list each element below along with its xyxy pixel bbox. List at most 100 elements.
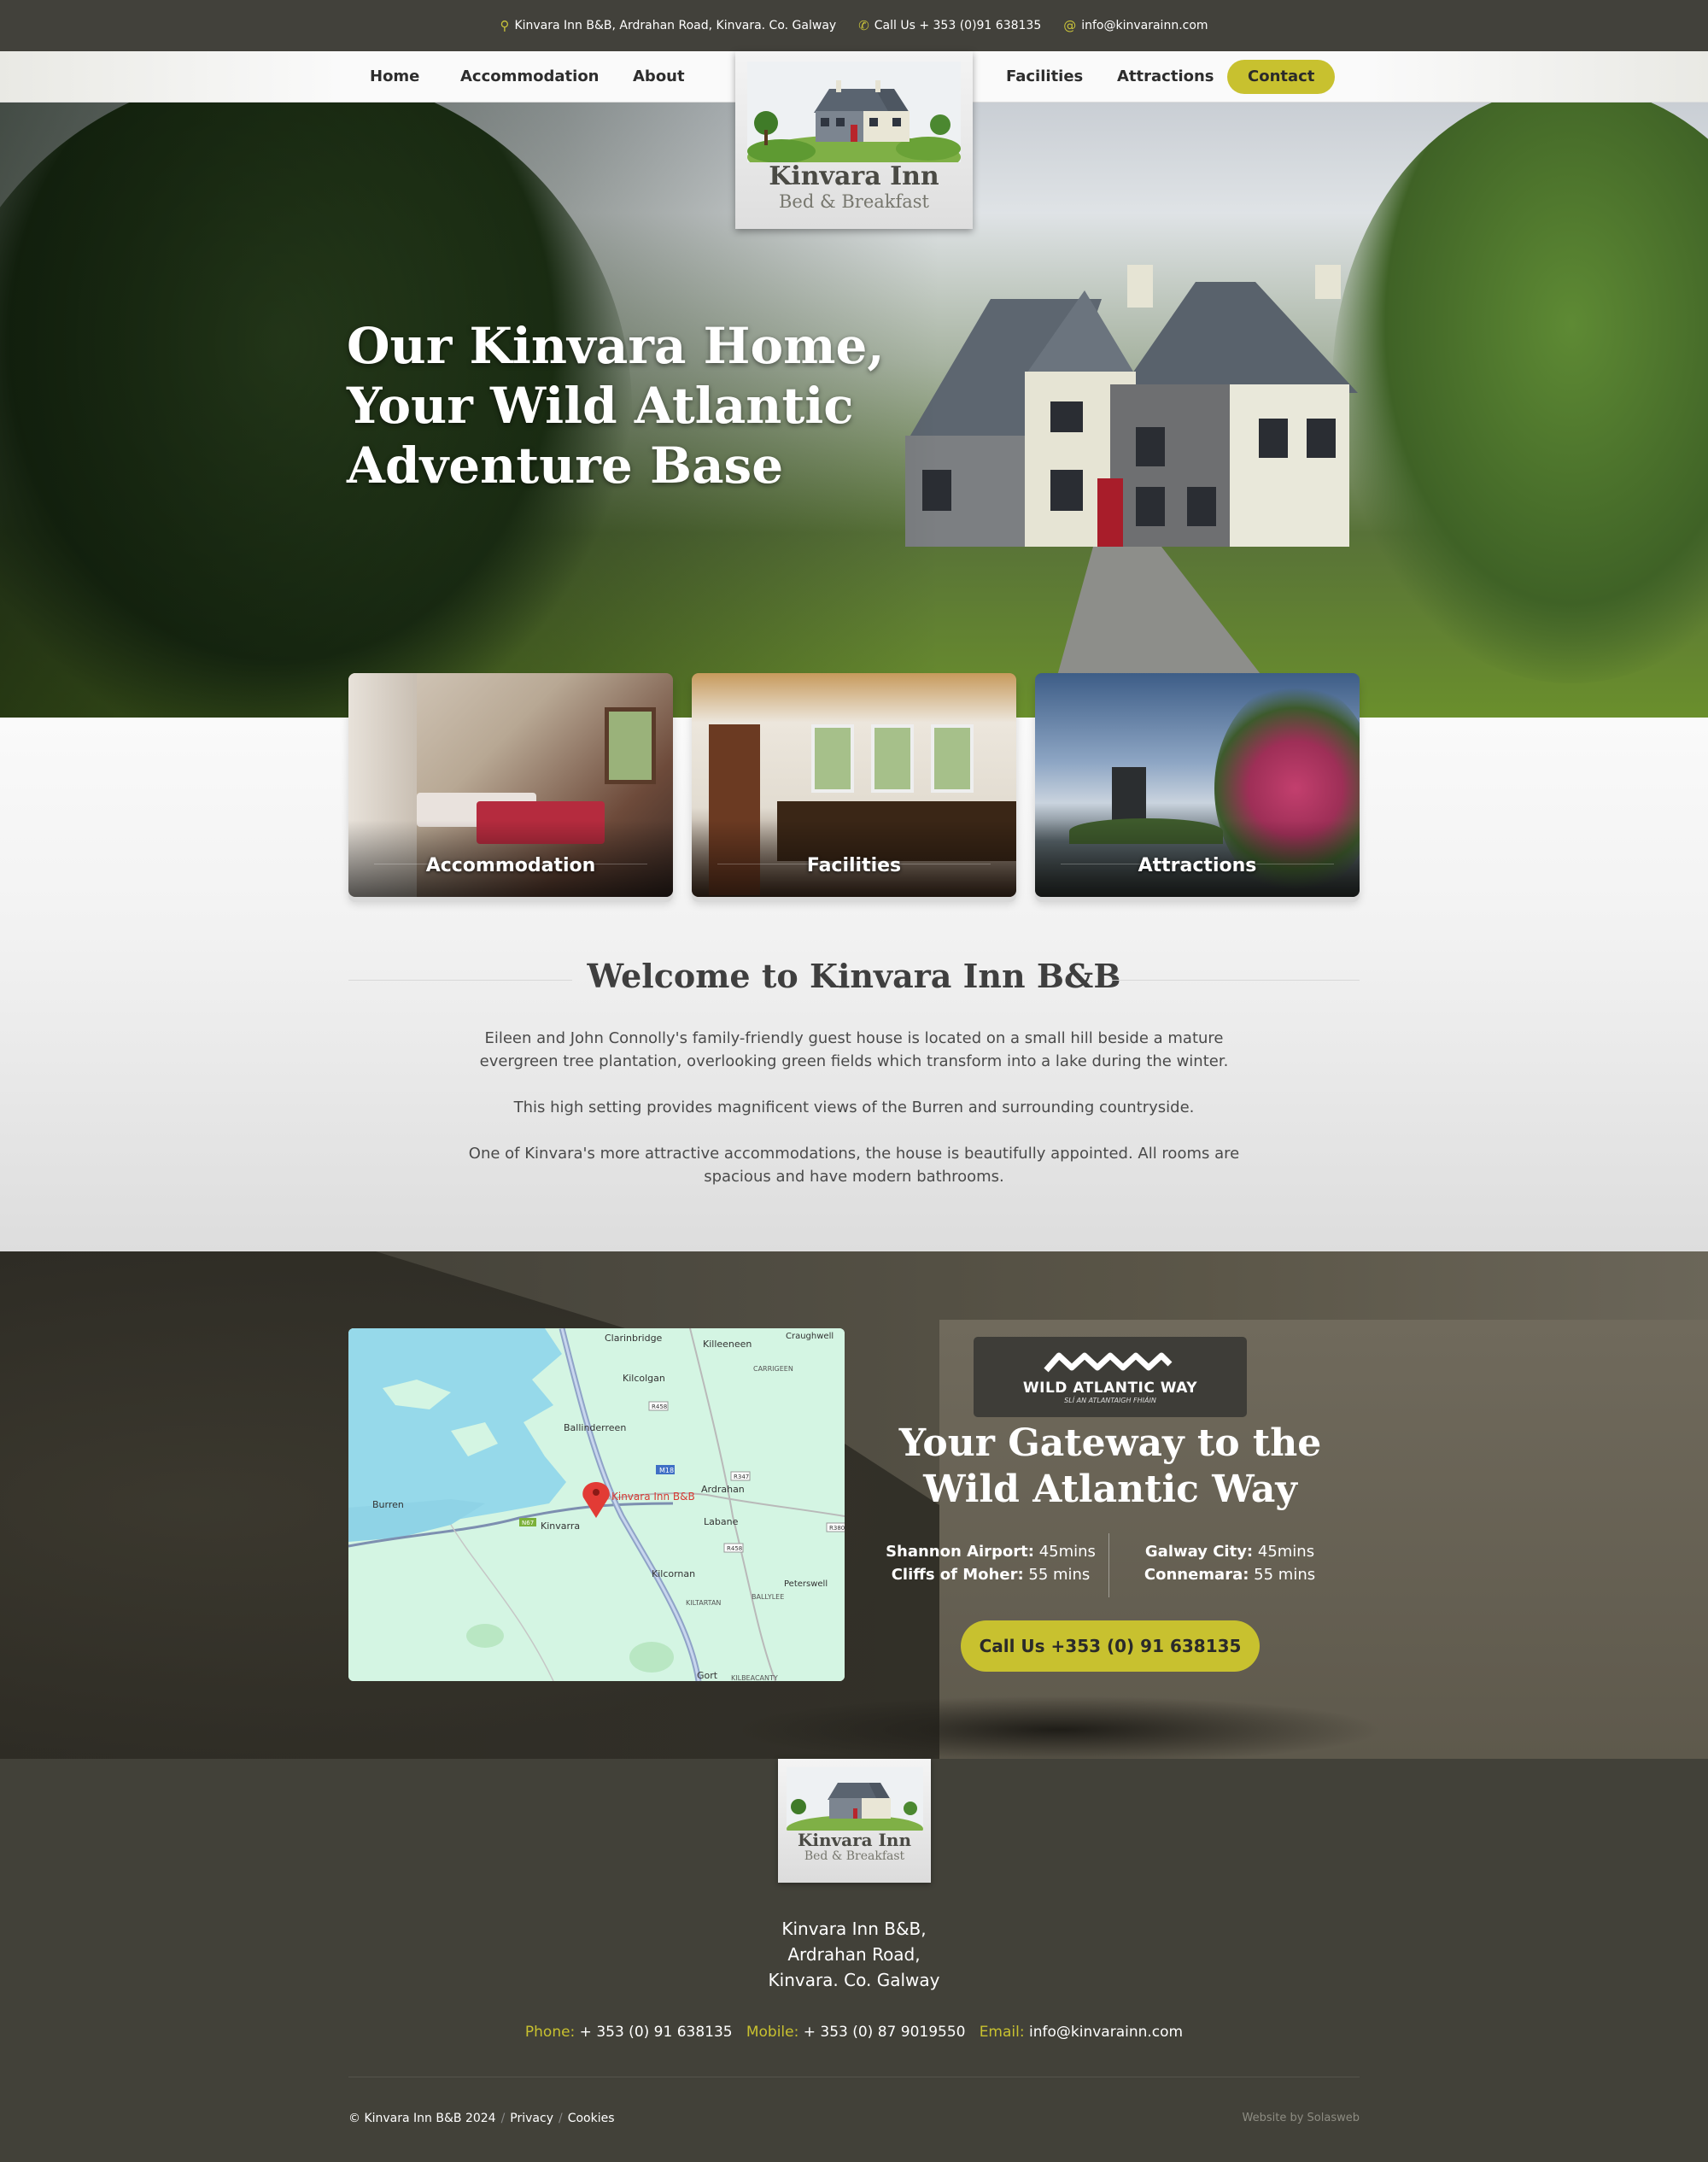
mobile-label: Mobile: (746, 2024, 799, 2041)
top-info-bar: ⚲ Kinvara Inn B&B, Ardrahan Road, Kinvar… (0, 0, 1708, 51)
map-label: CARRIGEEN (753, 1365, 793, 1373)
welcome-title-row: Welcome to Kinvara Inn B&B (348, 957, 1360, 995)
welcome-paragraph: One of Kinvara's more attractive accommo… (468, 1145, 1240, 1186)
copyright-text: © Kinvara Inn B&B 2024 (348, 2112, 496, 2125)
distance-key: Galway City: (1144, 1543, 1254, 1561)
website-credit-link[interactable]: Website by Solasweb (1243, 2112, 1360, 2124)
feature-cards: Accommodation Facilities Attractions (348, 673, 1360, 905)
phone-label: Phone: (524, 2024, 576, 2041)
map-label: Clarinbridge (605, 1333, 663, 1344)
nav-contact-button[interactable]: Contact (1227, 60, 1336, 94)
address-text: Kinvara Inn B&B, Ardrahan Road, Kinvara.… (514, 19, 837, 32)
distance-key: Shannon Airport: (886, 1543, 1034, 1561)
address-item: ⚲ Kinvara Inn B&B, Ardrahan Road, Kinvar… (500, 18, 836, 33)
call-us-button[interactable]: Call Us +353 (0) 91 638135 (961, 1620, 1260, 1672)
footer-logo[interactable]: Kinvara Inn Bed & Breakfast (778, 1759, 931, 1883)
map-pin-icon: ⚲ (500, 18, 510, 33)
hero-house-image (905, 265, 1358, 700)
logo-title: Kinvara Inn (769, 161, 939, 191)
road-label: R380 (829, 1525, 845, 1532)
road-label: M18 (659, 1467, 674, 1474)
footer-legal: © Kinvara Inn B&B 2024/Privacy / Cookies (348, 2112, 615, 2125)
distance-key: Connemara: (1144, 1566, 1249, 1584)
wild-atlantic-section: Clarinbridge Killeeneen Craughwell CARRI… (0, 1251, 1708, 1759)
welcome-title: Welcome to Kinvara Inn B&B (587, 957, 1121, 995)
map-canvas[interactable]: Clarinbridge Killeeneen Craughwell CARRI… (348, 1328, 845, 1681)
email-text[interactable]: info@kinvarainn.com (1081, 19, 1208, 32)
email-item[interactable]: @ info@kinvarainn.com (1063, 18, 1208, 33)
nav-facilities[interactable]: Facilities (1006, 51, 1083, 103)
map-label: Ballinderreen (564, 1422, 626, 1433)
nav-attractions[interactable]: Attractions (1117, 51, 1214, 103)
welcome-text: Eileen and John Connolly's family-friend… (444, 1027, 1264, 1211)
divider-left (348, 980, 572, 981)
wave-logo-icon (1044, 1352, 1173, 1373)
cookies-link[interactable]: Cookies (568, 2112, 615, 2125)
distance-value: 45mins (1253, 1543, 1315, 1561)
map-label: KILTARTAN (686, 1599, 721, 1607)
distance-value: 45mins (1033, 1543, 1096, 1561)
location-map[interactable]: Clarinbridge Killeeneen Craughwell CARRI… (348, 1328, 845, 1681)
mobile-value[interactable]: + 353 (0) 87 9019550 (798, 2024, 966, 2041)
road-label: R347 (734, 1474, 749, 1480)
map-label: Ardrahan (701, 1484, 745, 1495)
map-label: Kilcolgan (623, 1373, 665, 1384)
address-line: Kinvara Inn B&B, (781, 1919, 927, 1939)
footer-address: Kinvara Inn B&B, Ardrahan Road, Kinvara.… (0, 1916, 1708, 1993)
map-label: Kilcornan (652, 1568, 695, 1579)
phone-item[interactable]: ✆ Call Us + 353 (0)91 638135 (858, 18, 1041, 33)
card-attractions[interactable]: Attractions (1035, 673, 1360, 897)
distance-value: 55 mins (1023, 1566, 1091, 1584)
house-logo-icon (786, 1767, 923, 1831)
gateway-title: Your Gateway to the Wild Atlantic Way (898, 1421, 1322, 1511)
distance-divider (1108, 1533, 1109, 1597)
house-logo-icon (747, 62, 961, 162)
card-label[interactable]: Accommodation (348, 855, 673, 876)
welcome-paragraph: This high setting provides magnificent v… (513, 1099, 1195, 1116)
distance-key: Cliffs of Moher: (891, 1566, 1024, 1584)
footer-contact: Phone: + 353 (0) 91 638135 Mobile: + 353… (0, 2024, 1708, 2041)
distance-value: 55 mins (1249, 1566, 1316, 1584)
nav-home[interactable]: Home (370, 51, 419, 103)
phone-icon: ✆ (858, 18, 869, 33)
road-label: R458 (652, 1403, 667, 1410)
wild-atlantic-way-logo: WILD ATLANTIC WAY SLÍ AN ATLANTAIGH FHIÁ… (974, 1337, 1247, 1417)
distance-list-left: Shannon Airport: 45mins Cliffs of Moher:… (880, 1540, 1102, 1586)
map-label: Burren (372, 1499, 404, 1510)
footer-logo-subtitle: Bed & Breakfast (804, 1849, 905, 1863)
nav-accommodation[interactable]: Accommodation (460, 51, 600, 103)
map-label: Labane (704, 1516, 739, 1527)
waw-sub-text: SLÍ AN ATLANTAIGH FHIÁIN (1064, 1397, 1156, 1404)
map-label: Peterswell (784, 1579, 828, 1589)
logo-subtitle: Bed & Breakfast (779, 191, 929, 212)
divider-right (1112, 980, 1360, 981)
map-label: Kinvarra (541, 1520, 580, 1532)
waw-main-text: WILD ATLANTIC WAY (1022, 1380, 1198, 1397)
address-line: Kinvara. Co. Galway (768, 1970, 940, 1990)
email-label: Email: (979, 2024, 1025, 2041)
map-label: Killeeneen (703, 1339, 752, 1350)
address-line: Ardrahan Road, (787, 1944, 921, 1965)
hero-headline: Our Kinvara Home, Your Wild Atlantic Adv… (347, 317, 885, 495)
card-label[interactable]: Attractions (1035, 855, 1360, 876)
map-label: KILBEACANTY (731, 1674, 778, 1681)
map-label: Gort (697, 1670, 718, 1681)
card-accommodation[interactable]: Accommodation (348, 673, 673, 897)
map-label: BALLYLEE (752, 1593, 784, 1601)
road-label: N67 (522, 1520, 534, 1526)
road-label: R458 (727, 1545, 742, 1552)
phone-text[interactable]: Call Us + 353 (0)91 638135 (874, 19, 1041, 32)
site-logo[interactable]: Kinvara Inn Bed & Breakfast (735, 51, 973, 229)
at-icon: @ (1063, 18, 1077, 33)
map-label: Craughwell (786, 1332, 834, 1341)
nav-about[interactable]: About (633, 51, 685, 103)
phone-value[interactable]: + 353 (0) 91 638135 (575, 2024, 733, 2041)
welcome-paragraph: Eileen and John Connolly's family-friend… (479, 1029, 1229, 1070)
card-label[interactable]: Facilities (692, 855, 1016, 876)
distance-list-right: Galway City: 45mins Connemara: 55 mins (1119, 1540, 1341, 1586)
footer-logo-title: Kinvara Inn (798, 1830, 911, 1850)
privacy-link[interactable]: Privacy (510, 2112, 553, 2125)
card-facilities[interactable]: Facilities (692, 673, 1016, 897)
email-value[interactable]: info@kinvarainn.com (1025, 2024, 1183, 2041)
site-footer: Kinvara Inn Bed & Breakfast Kinvara Inn … (0, 1759, 1708, 2162)
